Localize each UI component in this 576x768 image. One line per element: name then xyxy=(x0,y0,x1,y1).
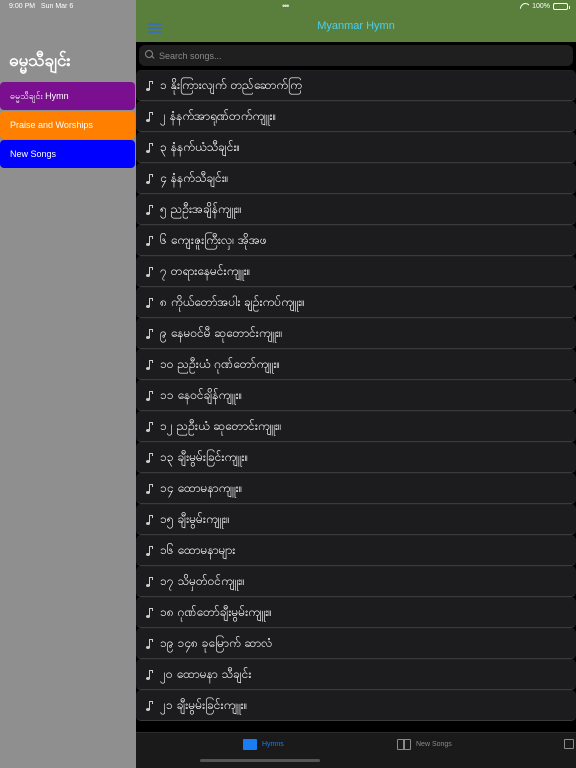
music-note-icon xyxy=(145,172,155,186)
search-box[interactable] xyxy=(139,45,573,66)
song-label: ၂နံနက်အာရုဏ်တက်ကျူး။ xyxy=(160,108,277,123)
page-title: Myanmar Hymn xyxy=(317,20,395,32)
home-indicator xyxy=(200,759,320,762)
list-item[interactable]: ၅ညဦးအချိန်ကျူး။ xyxy=(136,194,576,225)
sidebar-title: ဓမ္မသီချင်း xyxy=(9,51,71,71)
status-indicators: 100% xyxy=(520,3,570,10)
list-item[interactable]: ၈ကိုယ်တော်အပါး ချဉ်းကပ်ကျူး။ xyxy=(136,287,576,318)
song-label: ၁၆ ထောမနာများ xyxy=(160,542,236,557)
battery-icon xyxy=(553,3,570,10)
tab-more[interactable] xyxy=(564,739,574,749)
sidebar: ဓမ္မသီချင်း ဓမ္မသီချင်း Hymn Praise and … xyxy=(0,0,136,768)
music-note-icon xyxy=(145,699,155,713)
wifi-icon xyxy=(520,3,529,10)
music-note-icon xyxy=(145,358,155,372)
music-note-icon xyxy=(145,668,155,682)
music-note-icon xyxy=(145,513,155,527)
list-item[interactable]: ၉နေမဝင်မီ ဆုတောင်းကျူး။ xyxy=(136,318,576,349)
tab-label: New Songs xyxy=(416,740,452,748)
music-note-icon xyxy=(145,482,155,496)
list-item[interactable]: ၁၉ ၁၄၈ ခုမြောက် ဆာလံ xyxy=(136,628,576,659)
song-label: ၁၈ ဂုဏ်တော်ချီးမွမ်းကျူး။ xyxy=(160,604,272,619)
list-item[interactable]: ၂၁ ချီးမွမ်းခြင်းကျူး။ xyxy=(136,690,576,721)
book-icon xyxy=(243,739,257,750)
list-item[interactable]: ၇တရားနေမင်းကျူး။ xyxy=(136,256,576,287)
music-note-icon xyxy=(145,451,155,465)
song-label: ၁၅ ချီးမွမ်းကျူး။ xyxy=(160,511,230,526)
music-note-icon xyxy=(145,544,155,558)
song-label: ၁၇ သိမှတ်ဝင်ကျူး။ xyxy=(160,573,245,588)
music-note-icon xyxy=(145,606,155,620)
song-label: ၁နိုးကြားလျက် တည်ဆောက်ကြ xyxy=(160,77,302,92)
music-note-icon xyxy=(145,389,155,403)
song-label: ၃နံနက်ယံသီချင်း။ xyxy=(160,139,241,154)
song-label: ၁၀ ညဦးယံ ဂုဏ်တော်ကျူး။ xyxy=(160,356,281,371)
song-label: ၄နံနက်သီချင်း။ xyxy=(160,170,229,185)
list-item[interactable]: ၁၁ နေဝင်ချိန်ကျူး။ xyxy=(136,380,576,411)
song-label: ၂၀ ထောမနာ သီချင်း xyxy=(160,666,252,681)
list-item[interactable]: ၂နံနက်အာရုဏ်တက်ကျူး။ xyxy=(136,101,576,132)
song-label: ၁၂ ညဦးယံ ဆုတောင်းကျူး။ xyxy=(160,418,282,433)
song-label: ၁၃ ချီးမွမ်းခြင်းကျူး။ xyxy=(160,449,249,464)
music-note-icon xyxy=(145,141,155,155)
song-label: ၁၁ နေဝင်ချိန်ကျူး။ xyxy=(160,387,243,402)
music-note-icon xyxy=(145,234,155,248)
list-item[interactable]: ၁၆ ထောမနာများ xyxy=(136,535,576,566)
list-item[interactable]: ၁၂ ညဦးယံ ဆုတောင်းကျူး။ xyxy=(136,411,576,442)
list-icon xyxy=(564,739,574,749)
tab-new-songs[interactable]: New Songs xyxy=(397,739,452,750)
list-item[interactable]: ၁၀ ညဦးယံ ဂုဏ်တော်ကျူး။ xyxy=(136,349,576,380)
list-item[interactable]: ၁၇ သိမှတ်ဝင်ကျူး။ xyxy=(136,566,576,597)
main-panel: Myanmar Hymn ၁နိုးကြားလျက် တည်ဆောက်ကြ ၂န… xyxy=(136,0,576,768)
music-note-icon xyxy=(145,265,155,279)
tab-bar: Hymns New Songs xyxy=(136,732,576,768)
song-label: ၂၁ ချီးမွမ်းခြင်းကျူး။ xyxy=(160,697,248,712)
search-icon xyxy=(145,50,154,59)
list-item[interactable]: ၄နံနက်သီချင်း။ xyxy=(136,163,576,194)
music-note-icon xyxy=(145,296,155,310)
music-note-icon xyxy=(145,420,155,434)
music-note-icon xyxy=(145,575,155,589)
battery-percent: 100% xyxy=(532,3,550,10)
book-icon xyxy=(397,739,411,750)
music-note-icon xyxy=(145,203,155,217)
list-item[interactable]: ၁၅ ချီးမွမ်းကျူး။ xyxy=(136,504,576,535)
music-note-icon xyxy=(145,327,155,341)
music-note-icon xyxy=(145,637,155,651)
tab-label: Hymns xyxy=(262,740,284,748)
list-item[interactable]: ၃နံနက်ယံသီချင်း။ xyxy=(136,132,576,163)
music-note-icon xyxy=(145,110,155,124)
song-label: ၁၉ ၁၄၈ ခုမြောက် ဆာလံ xyxy=(160,635,273,650)
list-item[interactable]: ၁နိုးကြားလျက် တည်ဆောက်ကြ xyxy=(136,70,576,101)
sidebar-item-hymn[interactable]: ဓမ္မသီချင်း Hymn xyxy=(0,82,135,110)
list-item[interactable]: ၆ကျေးဇူးကြီးလှ၊ အိုအဖ xyxy=(136,225,576,256)
search-bar xyxy=(136,42,576,70)
song-label: ၈ကိုယ်တော်အပါး ချဉ်းကပ်ကျူး။ xyxy=(160,294,305,309)
song-list[interactable]: ၁နိုးကြားလျက် တည်ဆောက်ကြ ၂နံနက်အာရုဏ်တက်… xyxy=(136,70,576,732)
song-label: ၉နေမဝင်မီ ဆုတောင်းကျူး။ xyxy=(160,325,283,340)
search-input[interactable] xyxy=(159,48,559,63)
music-note-icon xyxy=(145,79,155,93)
status-bar: 9:00 PM Sun Mar 6 ••• 100% xyxy=(0,0,576,14)
song-label: ၇တရားနေမင်းကျူး။ xyxy=(160,263,251,278)
multitasking-dots-icon[interactable]: ••• xyxy=(282,1,290,11)
song-label: ၅ညဦးအချိန်ကျူး။ xyxy=(160,201,242,216)
list-item[interactable]: ၁၈ ဂုဏ်တော်ချီးမွမ်းကျူး။ xyxy=(136,597,576,628)
list-item[interactable]: ၁၄ ထောမနာကျူး။ xyxy=(136,473,576,504)
song-label: ၆ကျေးဇူးကြီးလှ၊ အိုအဖ xyxy=(160,232,267,247)
sidebar-item-new-songs[interactable]: New Songs xyxy=(0,140,135,168)
list-item[interactable]: ၁၃ ချီးမွမ်းခြင်းကျူး။ xyxy=(136,442,576,473)
sidebar-item-praise-and-worships[interactable]: Praise and Worships xyxy=(0,111,135,139)
list-item[interactable]: ၂၀ ထောမနာ သီချင်း xyxy=(136,659,576,690)
song-label: ၁၄ ထောမနာကျူး။ xyxy=(160,480,243,495)
status-time: 9:00 PM Sun Mar 6 xyxy=(9,3,74,10)
tab-hymns[interactable]: Hymns xyxy=(243,739,284,750)
